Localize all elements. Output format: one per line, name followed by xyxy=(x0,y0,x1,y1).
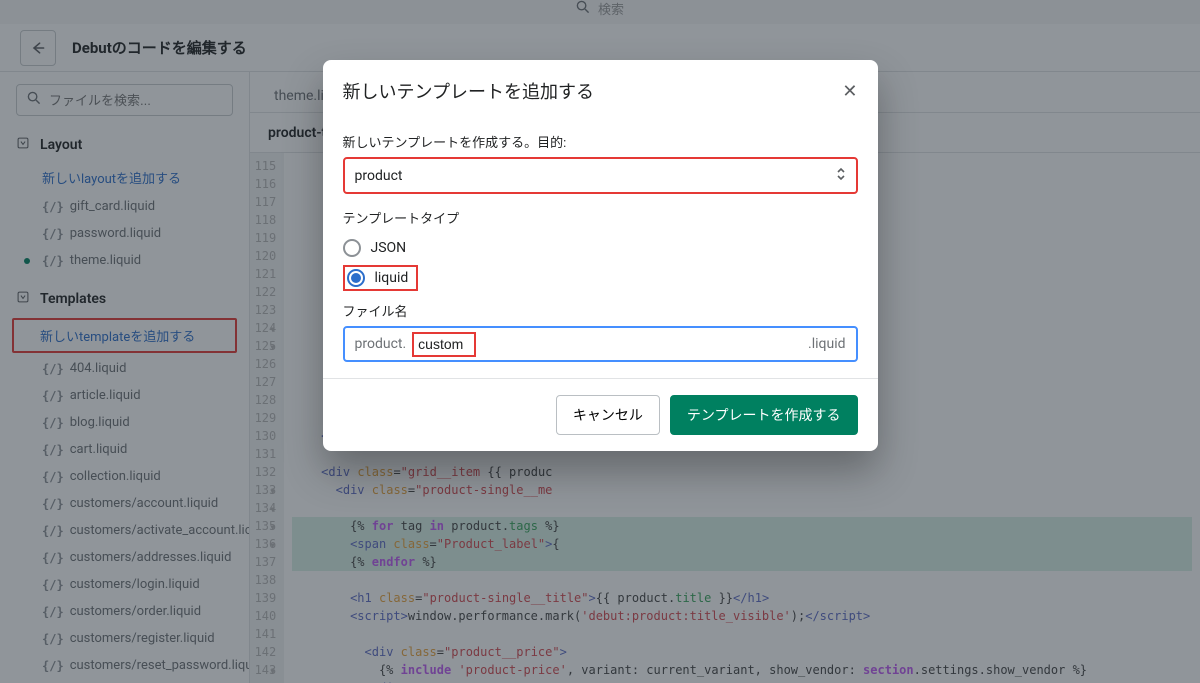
modal-overlay: 新しいテンプレートを追加する ✕ 新しいテンプレートを作成する。目的: prod… xyxy=(0,0,1200,683)
purpose-select[interactable]: product xyxy=(343,157,858,194)
type-label: テンプレートタイプ xyxy=(343,208,858,227)
filename-suffix: .liquid xyxy=(798,328,855,360)
radio-liquid[interactable]: liquid xyxy=(343,265,419,291)
purpose-label: 新しいテンプレートを作成する。目的: xyxy=(343,132,858,151)
filename-prefix: product. xyxy=(345,328,413,360)
chevron-updown-icon xyxy=(836,167,846,184)
modal-title: 新しいテンプレートを追加する xyxy=(343,78,594,104)
add-template-modal: 新しいテンプレートを追加する ✕ 新しいテンプレートを作成する。目的: prod… xyxy=(323,60,878,451)
filename-label: ファイル名 xyxy=(343,301,858,320)
close-icon[interactable]: ✕ xyxy=(842,81,857,102)
create-button[interactable]: テンプレートを作成する xyxy=(670,395,858,435)
radio-icon xyxy=(347,269,365,287)
purpose-value: product xyxy=(355,168,403,184)
filename-input[interactable] xyxy=(418,336,470,352)
radio-json[interactable]: JSON xyxy=(343,235,858,261)
cancel-button[interactable]: キャンセル xyxy=(556,395,660,435)
radio-icon xyxy=(343,239,361,257)
filename-input-row[interactable]: product. .liquid xyxy=(343,326,858,362)
